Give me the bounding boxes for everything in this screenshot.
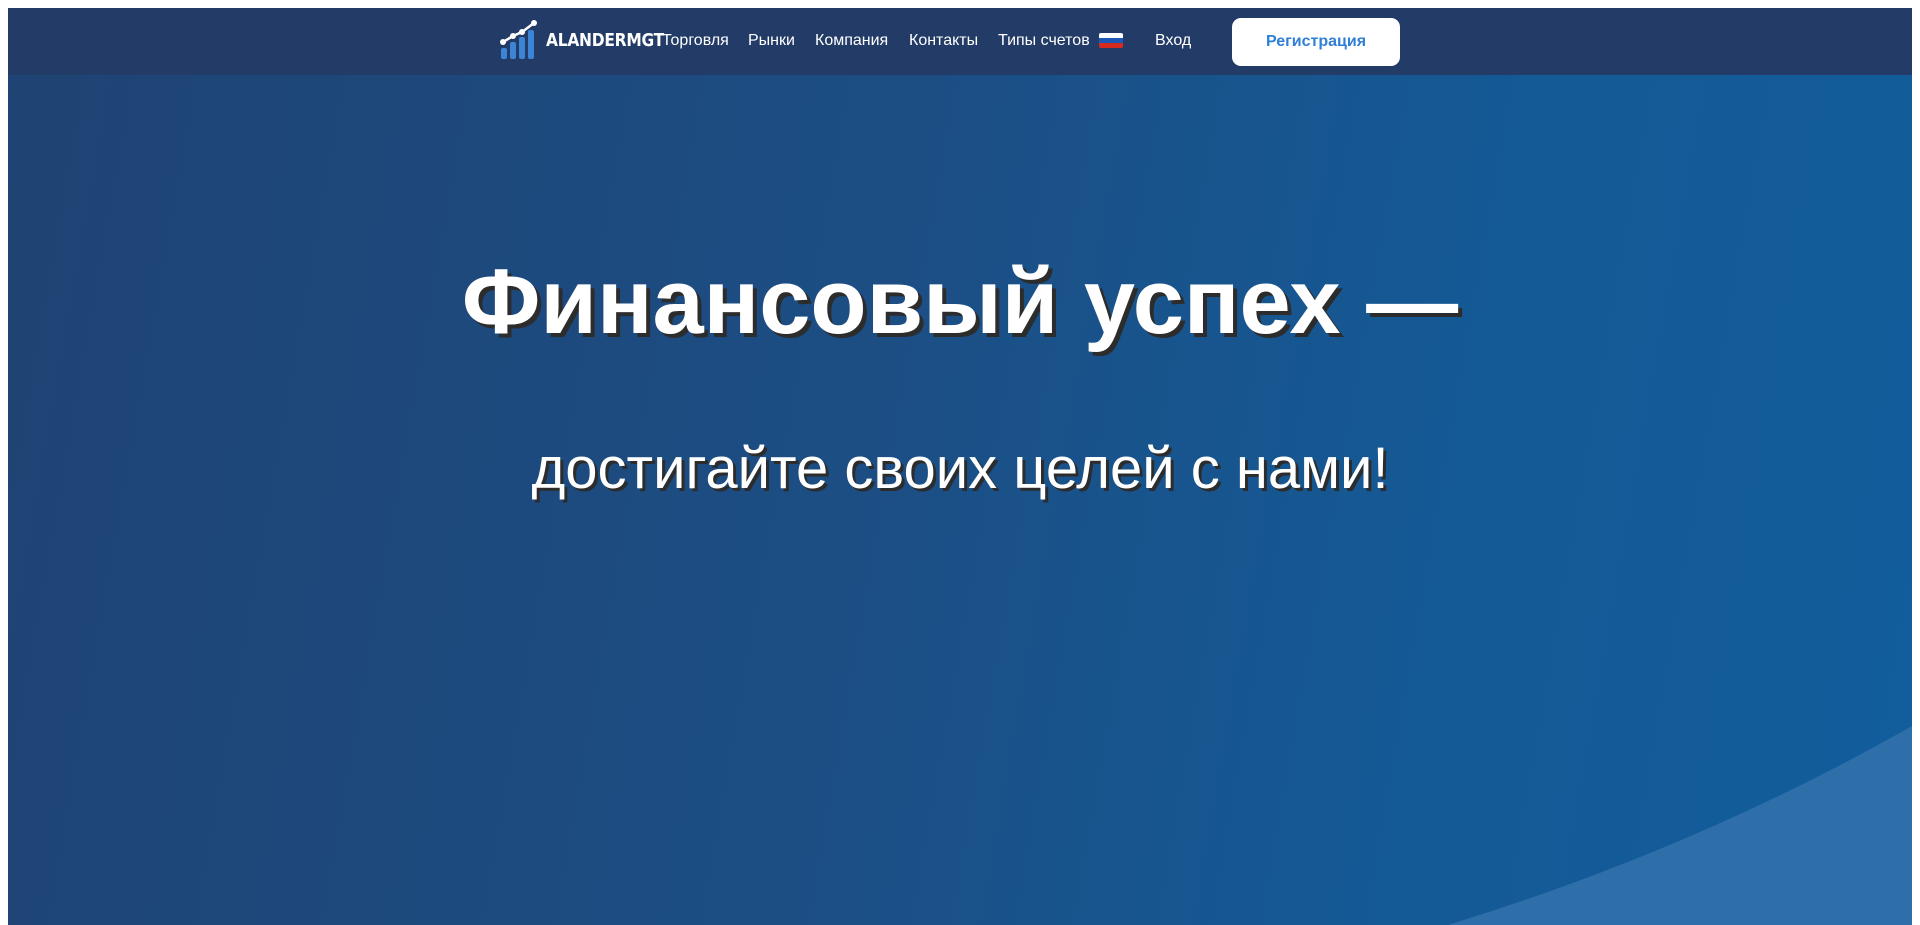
russia-flag-icon[interactable] — [1099, 33, 1123, 48]
bar-chart-logo-icon — [500, 20, 537, 59]
register-button[interactable]: Регистрация — [1232, 18, 1400, 66]
nav-item-account-types[interactable]: Типы счетов — [998, 32, 1090, 50]
hero-title: Финансовый успех — — [461, 251, 1459, 353]
nav-item-company[interactable]: Компания — [815, 32, 888, 50]
logo-text: ALANDERMGT — [546, 29, 664, 51]
nav-item-markets[interactable]: Рынки — [748, 32, 795, 50]
hero-subtitle: достигайте своих целей с нами! — [531, 436, 1389, 501]
top-header: ALANDERMGT Торговля Рынки Компания Конта… — [8, 8, 1912, 75]
page-frame: ALANDERMGT Торговля Рынки Компания Конта… — [8, 8, 1912, 925]
nav-item-trading[interactable]: Торговля — [662, 32, 729, 50]
logo[interactable]: ALANDERMGT — [500, 20, 683, 60]
nav-item-contacts[interactable]: Контакты — [909, 32, 978, 50]
login-link[interactable]: Вход — [1155, 32, 1191, 50]
